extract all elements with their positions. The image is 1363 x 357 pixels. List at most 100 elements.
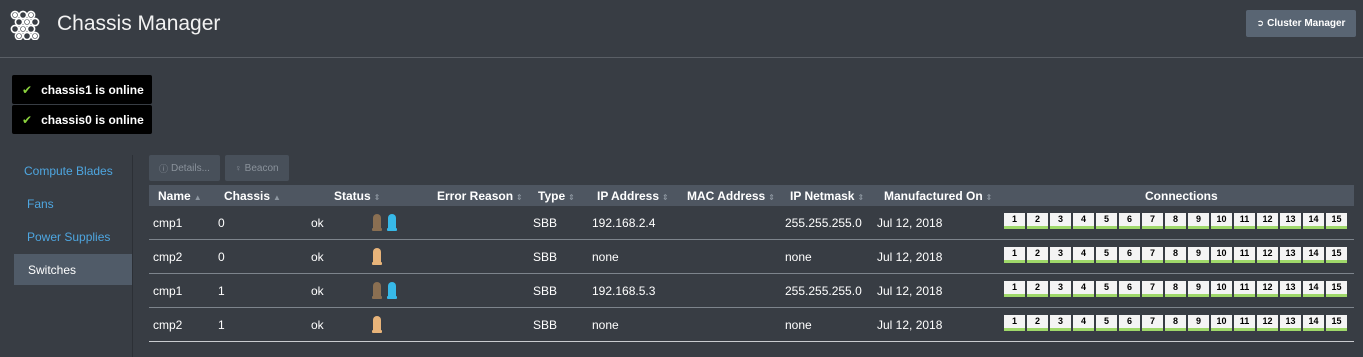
port-indicator[interactable]: 14	[1303, 247, 1324, 263]
table-row[interactable]: cmp2 1 ok SBB none none Jul 12, 2018 1 2 3 4 5 6 7 8 9 1…	[149, 308, 1354, 342]
sidebar-item-fans[interactable]: Fans	[14, 188, 132, 219]
port-indicator[interactable]: 13	[1280, 315, 1301, 331]
column-header-chassis[interactable]: Chassis ▲	[224, 189, 281, 203]
port-indicator[interactable]: 3	[1050, 213, 1071, 229]
port-indicator[interactable]: 11	[1234, 213, 1255, 229]
port-indicator[interactable]: 4	[1073, 281, 1094, 297]
connections-ports: 1 2 3 4 5 6 7 8 9 10 11 12 13 14 15	[1004, 247, 1347, 263]
port-indicator[interactable]: 2	[1027, 247, 1048, 263]
column-header-manufactured-on[interactable]: Manufactured On ⇕	[884, 189, 992, 203]
port-indicator[interactable]: 5	[1096, 247, 1117, 263]
lightbulb-icon: ♀	[234, 163, 242, 173]
port-indicator[interactable]: 3	[1050, 315, 1071, 331]
beacon-led-icon	[387, 214, 397, 231]
port-indicator[interactable]: 12	[1257, 315, 1278, 331]
port-indicator[interactable]: 6	[1119, 247, 1140, 263]
port-indicator[interactable]: 11	[1234, 281, 1255, 297]
cell-type: SBB	[533, 318, 558, 332]
details-button[interactable]: ⓘ Details...	[149, 155, 220, 181]
cell-manufactured: Jul 12, 2018	[877, 216, 943, 230]
port-indicator[interactable]: 6	[1119, 281, 1140, 297]
column-header-status[interactable]: Status ⇕	[334, 189, 380, 203]
port-indicator[interactable]: 12	[1257, 213, 1278, 229]
port-indicator[interactable]: 3	[1050, 247, 1071, 263]
column-header-name[interactable]: Name ▲	[158, 189, 202, 203]
port-indicator[interactable]: 15	[1326, 315, 1347, 331]
port-indicator[interactable]: 3	[1050, 281, 1071, 297]
port-indicator[interactable]: 15	[1326, 281, 1347, 297]
sidebar-item-compute-blades[interactable]: Compute Blades	[14, 155, 132, 186]
cell-status: ok	[311, 284, 324, 298]
port-indicator[interactable]: 1	[1004, 213, 1025, 229]
cell-chassis: 1	[218, 284, 225, 298]
table-row[interactable]: cmp1 0 ok SBB 192.168.2.4 255.255.255.0 Jul 12…	[149, 206, 1354, 240]
port-indicator[interactable]: 6	[1119, 315, 1140, 331]
port-indicator[interactable]: 12	[1257, 247, 1278, 263]
sort-icon: ⇕	[662, 193, 669, 202]
check-icon: ✔	[22, 82, 33, 97]
port-indicator[interactable]: 4	[1073, 213, 1094, 229]
port-indicator[interactable]: 12	[1257, 281, 1278, 297]
port-indicator[interactable]: 14	[1303, 315, 1324, 331]
column-header-ip-address[interactable]: IP Address ⇕	[597, 189, 669, 203]
beacon-button[interactable]: ♀ Beacon	[224, 155, 289, 181]
port-indicator[interactable]: 7	[1142, 315, 1163, 331]
port-indicator[interactable]: 4	[1073, 247, 1094, 263]
port-indicator[interactable]: 5	[1096, 281, 1117, 297]
port-indicator[interactable]: 10	[1211, 213, 1232, 229]
port-indicator[interactable]: 8	[1165, 281, 1186, 297]
port-indicator[interactable]: 1	[1004, 315, 1025, 331]
port-indicator[interactable]: 13	[1280, 213, 1301, 229]
column-header-ip-netmask[interactable]: IP Netmask ⇕	[790, 189, 864, 203]
column-header-mac-address[interactable]: MAC Address ⇕	[687, 189, 775, 203]
port-indicator[interactable]: 14	[1303, 281, 1324, 297]
port-indicator[interactable]: 9	[1188, 281, 1209, 297]
column-header-error-reason[interactable]: Error Reason ⇕	[437, 189, 523, 203]
sort-icon: ⇕	[516, 193, 523, 202]
sort-icon: ⇕	[857, 193, 865, 202]
port-indicator[interactable]: 5	[1096, 213, 1117, 229]
table-body: cmp1 0 ok SBB 192.168.2.4 255.255.255.0 Jul 12…	[149, 206, 1354, 342]
port-indicator[interactable]: 9	[1188, 213, 1209, 229]
port-indicator[interactable]: 1	[1004, 281, 1025, 297]
port-indicator[interactable]: 11	[1234, 247, 1255, 263]
notification-chassis1: ✔ chassis1 is online	[12, 75, 152, 104]
port-indicator[interactable]: 6	[1119, 213, 1140, 229]
port-indicator[interactable]: 15	[1326, 213, 1347, 229]
port-indicator[interactable]: 1	[1004, 247, 1025, 263]
port-indicator[interactable]: 10	[1211, 247, 1232, 263]
port-indicator[interactable]: 4	[1073, 315, 1094, 331]
port-indicator[interactable]: 2	[1027, 213, 1048, 229]
port-indicator[interactable]: 8	[1165, 247, 1186, 263]
table-row[interactable]: cmp2 0 ok SBB none none Jul 12, 2018 1 2 3 4 5 6 7 8 9 1…	[149, 240, 1354, 274]
port-indicator[interactable]: 10	[1211, 315, 1232, 331]
port-indicator[interactable]: 7	[1142, 213, 1163, 229]
port-indicator[interactable]: 2	[1027, 315, 1048, 331]
cell-chassis: 0	[218, 216, 225, 230]
details-label: Details...	[171, 162, 210, 174]
column-header-type[interactable]: Type ⇕	[538, 189, 575, 203]
port-indicator[interactable]: 14	[1303, 213, 1324, 229]
port-indicator[interactable]: 13	[1280, 247, 1301, 263]
cell-status: ok	[311, 318, 324, 332]
port-indicator[interactable]: 13	[1280, 281, 1301, 297]
port-indicator[interactable]: 9	[1188, 247, 1209, 263]
info-icon: ⓘ	[159, 163, 169, 174]
port-indicator[interactable]: 5	[1096, 315, 1117, 331]
port-indicator[interactable]: 8	[1165, 315, 1186, 331]
table-row[interactable]: cmp1 1 ok SBB 192.168.5.3 255.255.255.0 Jul 12…	[149, 274, 1354, 308]
sort-icon: ⇕	[985, 193, 993, 202]
port-indicator[interactable]: 8	[1165, 213, 1186, 229]
port-indicator[interactable]: 9	[1188, 315, 1209, 331]
cell-netmask: 255.255.255.0	[785, 284, 862, 298]
port-indicator[interactable]: 2	[1027, 281, 1048, 297]
port-indicator[interactable]: 7	[1142, 247, 1163, 263]
sidebar-divider	[132, 155, 133, 357]
port-indicator[interactable]: 15	[1326, 247, 1347, 263]
port-indicator[interactable]: 11	[1234, 315, 1255, 331]
cluster-manager-button[interactable]: ➲ Cluster Manager	[1246, 10, 1356, 37]
port-indicator[interactable]: 7	[1142, 281, 1163, 297]
sidebar-item-switches[interactable]: Switches	[14, 254, 132, 285]
port-indicator[interactable]: 10	[1211, 281, 1232, 297]
sidebar-item-power-supplies[interactable]: Power Supplies	[14, 221, 132, 252]
